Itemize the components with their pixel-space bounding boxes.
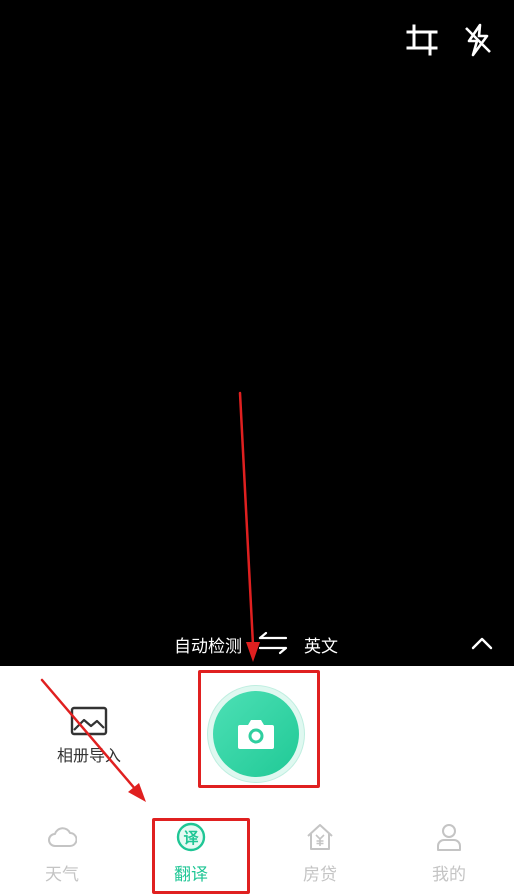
crop-icon[interactable]: [404, 22, 440, 58]
source-language[interactable]: 自动检测: [174, 632, 242, 657]
tab-weather[interactable]: 天气: [17, 816, 107, 896]
camera-viewfinder: 自动检测 英文: [0, 0, 514, 666]
chevron-up-icon[interactable]: [468, 630, 496, 656]
image-icon: [70, 706, 108, 736]
tab-weather-label: 天气: [45, 865, 79, 885]
person-icon: [437, 824, 461, 851]
target-language[interactable]: 英文: [304, 632, 338, 657]
album-import-label: 相册导入: [56, 746, 121, 765]
album-import-button[interactable]: 相册导入: [50, 706, 128, 770]
tab-mortgage-label: 房贷: [303, 865, 337, 885]
swap-arrows-icon[interactable]: [256, 630, 290, 656]
cloud-icon: [48, 827, 77, 847]
tab-mortgage[interactable]: 房贷: [275, 816, 365, 896]
tab-profile[interactable]: 我的: [404, 816, 494, 896]
tab-profile-label: 我的: [432, 865, 466, 885]
translate-tab-highlight-box: [152, 818, 250, 894]
bottom-tab-bar: 天气 译 翻译 房贷 我的: [0, 816, 514, 896]
flash-off-icon[interactable]: [460, 22, 496, 58]
language-bar: 自动检测 英文: [0, 626, 514, 662]
house-yuan-icon: [307, 824, 333, 850]
shutter-highlight-box: [198, 670, 320, 788]
